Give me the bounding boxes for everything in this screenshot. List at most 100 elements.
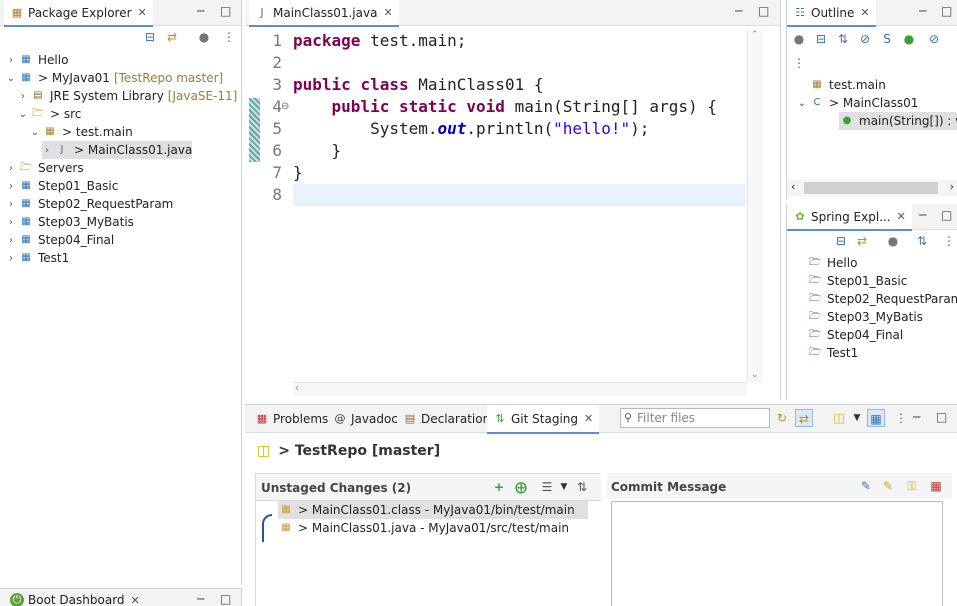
spring-project-item[interactable]: 🗁 Hello [807,254,858,272]
close-icon[interactable]: ✕ [383,6,392,19]
spring-project-item[interactable]: 🗁 Step02_RequestParam [807,290,957,308]
chevron-down-icon[interactable]: ⌄ [18,109,28,120]
hide-nonpublic-icon[interactable]: ● [900,30,918,48]
refresh-icon[interactable]: ↻ [773,409,791,427]
amend-icon[interactable]: ✎ [879,477,897,495]
sort-icon[interactable]: ⇅ [913,232,931,250]
unstaged-file-item[interactable]: ▦ > MainClass01.java - MyJava01/src/test/… [278,519,588,537]
minimize-icon[interactable]: ─ [735,4,742,18]
tab-declaration[interactable]: ▤ Declaration [397,405,496,433]
collapse-all-icon[interactable]: ⊟ [812,30,830,48]
minimize-icon[interactable]: ─ [919,4,926,18]
scroll-thumb[interactable] [804,182,938,194]
sign-off-icon[interactable]: ⚿ [903,477,921,495]
vertical-scrollbar[interactable]: ⌃ ⌄ [747,30,763,382]
tab-boot-dashboard[interactable]: ⏻ Boot Dashboard ✕ [4,591,146,606]
list-view-icon[interactable]: ☰ [538,478,556,496]
chevron-right-icon[interactable]: › [6,217,16,228]
chevron-right-icon[interactable]: › [42,145,52,156]
scroll-right-icon[interactable]: › [950,180,954,193]
chevron-down-icon[interactable]: ⌄ [797,98,807,109]
change-id-icon[interactable]: ▦ [927,477,945,495]
link-selection-icon[interactable]: ⇄ [795,409,813,427]
filter-files-input[interactable]: ⚲ Filter files [620,408,770,428]
tab-git-staging[interactable]: ⇅ Git Staging ✕ [487,405,600,434]
chevron-down-icon[interactable]: ⌄ [6,73,16,84]
code-editor[interactable]: package test.main; public class MainClass… [293,30,745,210]
unstaged-file-item[interactable]: ▦ > MainClass01.class - MyJava01/bin/test… [278,501,588,519]
tab-outline[interactable]: ☷ Outline ✕ [787,0,876,27]
fold-collapse-icon[interactable]: ⊖ [281,101,289,112]
collapse-all-icon[interactable]: ⊟ [832,232,850,250]
chevron-right-icon[interactable]: › [6,253,16,264]
chevron-right-icon[interactable]: › [6,163,16,174]
minimize-icon[interactable]: ─ [197,592,204,606]
minimize-icon[interactable]: ─ [919,208,926,222]
tree-item[interactable]: ⌄ ▦ > MyJava01 [TestRepo master] [6,69,223,87]
close-icon[interactable]: ✕ [131,594,140,606]
dropdown-icon[interactable]: ▼ [848,409,866,427]
tree-item[interactable]: › ▦ Step01_Basic [6,177,118,195]
tree-item[interactable]: › ▦ Step03_MyBatis [6,213,134,231]
tab-mainclass01-java[interactable]: J MainClass01.java ✕ [249,0,399,27]
tree-item[interactable]: › ▦ Test1 [6,249,69,267]
layout-icon[interactable]: ▦ [867,409,885,427]
outline-item[interactable]: ● main(String[]) : voi [839,112,957,130]
spring-project-item[interactable]: 🗁 Step01_Basic [807,272,908,290]
tab-spring-explorer[interactable]: ✿ Spring Expl... ✕ [787,204,912,231]
link-with-editor-icon[interactable]: ⇄ [853,232,871,250]
tree-item[interactable]: › ▦ Hello [6,51,68,69]
tree-item[interactable]: ⌄ ▦ > test.main [30,123,133,141]
hide-fields-icon[interactable]: ⊘ [856,30,874,48]
close-icon[interactable]: ✕ [860,6,869,19]
tree-item[interactable]: › J > MainClass01.java [42,141,193,159]
tree-item[interactable]: ⌄ 🗁 > src [18,105,82,123]
dropdown-icon[interactable]: ▼ [555,478,573,496]
view-menu-icon[interactable]: ⋮ [220,28,238,46]
chevron-right-icon[interactable]: › [6,199,16,210]
maximize-icon[interactable]: □ [936,410,947,424]
tab-problems[interactable]: ▦ Problems [249,405,334,433]
view-menu-icon[interactable]: ⋮ [940,232,957,250]
chevron-right-icon[interactable]: › [6,55,16,66]
horizontal-scrollbar[interactable]: ‹ [293,382,747,396]
tree-item[interactable]: › ▦ Step04_Final [6,231,114,249]
maximize-icon[interactable]: □ [941,4,952,18]
chevron-right-icon[interactable]: › [6,181,16,192]
maximize-icon[interactable]: □ [941,208,952,222]
scroll-left-icon[interactable]: ‹ [791,180,795,193]
sort-icon[interactable]: ⇅ [573,478,591,496]
commit-message-textarea[interactable] [611,501,943,606]
outline-item[interactable]: ▦ test.main [809,76,886,94]
view-menu-icon[interactable]: ⋮ [790,54,808,72]
hide-local-types-icon[interactable]: ⊘ [925,30,943,48]
chevron-down-icon[interactable]: ⌄ [30,127,40,138]
stage-all-icon[interactable]: ⨁ [512,478,530,496]
close-icon[interactable]: ✕ [897,210,906,223]
tree-item[interactable]: › ▤ JRE System Library [JavaSE-11] [18,87,237,105]
minimize-icon[interactable]: ─ [197,4,204,18]
spring-project-item[interactable]: 🗁 Test1 [807,344,858,362]
close-icon[interactable]: ✕ [138,6,147,19]
outline-item[interactable]: ⌄ C > MainClass01 [797,94,919,112]
outline-horizontal-scrollbar[interactable]: ‹ › [787,180,957,196]
sort-icon[interactable]: ⇅ [834,30,852,48]
tab-package-explorer[interactable]: ▦ Package Explorer ✕ [4,0,153,27]
scroll-down-icon[interactable]: ⌄ [751,370,759,380]
commit-template-icon[interactable]: ✎ [857,477,875,495]
link-with-editor-icon[interactable]: ⇄ [163,28,181,46]
filter-icon[interactable]: ● [790,30,808,48]
tree-item[interactable]: › 🗁 Servers [6,159,84,177]
filter-icon[interactable]: ● [195,28,213,46]
maximize-icon[interactable]: □ [220,4,231,18]
close-icon[interactable]: ✕ [584,412,593,425]
view-menu-icon[interactable]: ⋮ [892,409,910,427]
hide-static-icon[interactable]: S [878,30,896,48]
stage-selected-icon[interactable]: + [490,478,508,496]
spring-project-item[interactable]: 🗁 Step03_MyBatis [807,308,923,326]
minimize-icon[interactable]: ─ [913,410,920,424]
tree-item[interactable]: › ▦ Step02_RequestParam [6,195,173,213]
scroll-left-icon[interactable]: ‹ [295,383,299,394]
tab-javadoc[interactable]: @ Javadoc [327,405,404,433]
repository-icon[interactable]: ◫ [830,409,848,427]
